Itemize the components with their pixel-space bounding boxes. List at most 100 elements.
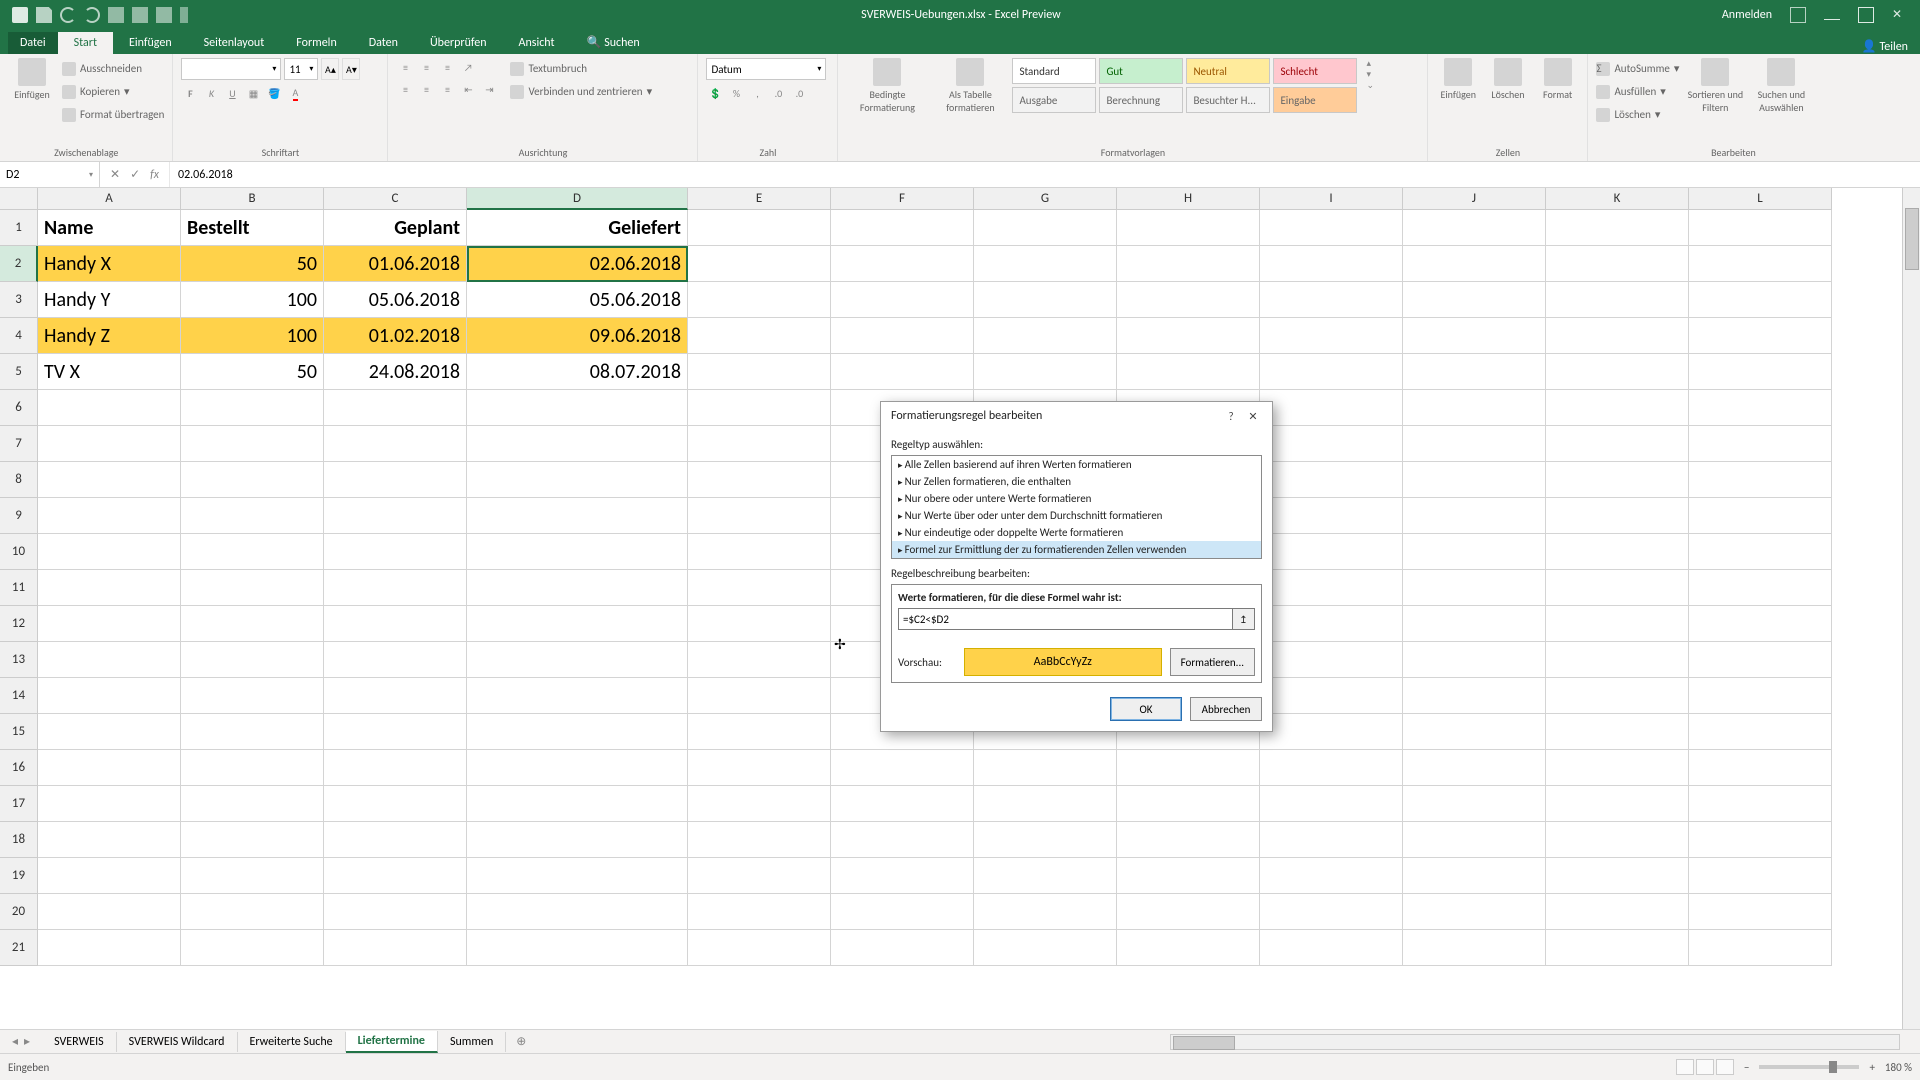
cell-L14[interactable] (1689, 678, 1832, 714)
cell-L1[interactable] (1689, 210, 1832, 246)
tab-seitenlayout[interactable]: Seitenlayout (188, 32, 281, 54)
col-header-J[interactable]: J (1403, 188, 1546, 210)
cell-C4[interactable]: 01.02.2018 (324, 318, 467, 354)
cell-K14[interactable] (1546, 678, 1689, 714)
row-header[interactable]: 15 (0, 714, 38, 750)
cell-K19[interactable] (1546, 858, 1689, 894)
row-header[interactable]: 3 (0, 282, 38, 318)
cell-E3[interactable] (688, 282, 831, 318)
sheet-nav-prev-icon[interactable]: ▸ (24, 1034, 30, 1049)
row-header[interactable]: 6 (0, 390, 38, 426)
cell-K21[interactable] (1546, 930, 1689, 966)
vertical-scrollbar[interactable] (1902, 188, 1920, 1034)
cell-B11[interactable] (181, 570, 324, 606)
row-header[interactable]: 5 (0, 354, 38, 390)
style-berechnung[interactable]: Berechnung (1099, 87, 1183, 113)
cell-C6[interactable] (324, 390, 467, 426)
redo-icon[interactable] (84, 7, 100, 23)
align-left-icon[interactable]: ≡ (396, 80, 414, 98)
ruletype-option[interactable]: Nur Zellen formatieren, die enthalten (892, 473, 1261, 490)
sheet-tab-active[interactable]: Liefertermine (346, 1031, 438, 1053)
cell-E21[interactable] (688, 930, 831, 966)
row-header[interactable]: 10 (0, 534, 38, 570)
cell-L19[interactable] (1689, 858, 1832, 894)
style-besuchter[interactable]: Besuchter H... (1186, 87, 1270, 113)
sort-filter-button[interactable]: Sortieren und Filtern (1685, 58, 1745, 114)
cell-F21[interactable] (831, 930, 974, 966)
select-all-corner[interactable] (0, 188, 38, 210)
cell-E14[interactable] (688, 678, 831, 714)
cell-F2[interactable] (831, 246, 974, 282)
cell-E15[interactable] (688, 714, 831, 750)
ruletype-option[interactable]: Nur obere oder untere Werte formatieren (892, 490, 1261, 507)
formula-input[interactable]: 02.06.2018 (170, 162, 1920, 187)
fx-icon[interactable]: fx (150, 168, 159, 182)
cell-A9[interactable] (38, 498, 181, 534)
row-header[interactable]: 16 (0, 750, 38, 786)
zoom-in-button[interactable]: + (1869, 1061, 1874, 1074)
cell-E10[interactable] (688, 534, 831, 570)
cell-C14[interactable] (324, 678, 467, 714)
cell-A14[interactable] (38, 678, 181, 714)
paste-button[interactable]: Einfügen (8, 58, 56, 101)
cell-A15[interactable] (38, 714, 181, 750)
cell-K7[interactable] (1546, 426, 1689, 462)
bold-button[interactable]: F (181, 84, 199, 102)
cell-B5[interactable]: 50 (181, 354, 324, 390)
cell-H17[interactable] (1117, 786, 1260, 822)
gallery-up-icon[interactable]: ▴ (1366, 58, 1374, 69)
row-header[interactable]: 18 (0, 822, 38, 858)
cell-F19[interactable] (831, 858, 974, 894)
cell-H20[interactable] (1117, 894, 1260, 930)
cell-I18[interactable] (1260, 822, 1403, 858)
cell-B3[interactable]: 100 (181, 282, 324, 318)
cell-E8[interactable] (688, 462, 831, 498)
cell-J21[interactable] (1403, 930, 1546, 966)
cell-B19[interactable] (181, 858, 324, 894)
style-standard[interactable]: Standard (1012, 58, 1096, 84)
cell-A19[interactable] (38, 858, 181, 894)
add-sheet-button[interactable]: ⊕ (506, 1034, 536, 1049)
cell-J17[interactable] (1403, 786, 1546, 822)
cell-D14[interactable] (467, 678, 688, 714)
row-header[interactable]: 4 (0, 318, 38, 354)
cell-J5[interactable] (1403, 354, 1546, 390)
cell-G4[interactable] (974, 318, 1117, 354)
cut-button[interactable]: Ausschneiden (62, 58, 164, 79)
sheet-nav-first-icon[interactable]: ◂ (12, 1034, 18, 1049)
cell-A16[interactable] (38, 750, 181, 786)
cell-I3[interactable] (1260, 282, 1403, 318)
cell-L3[interactable] (1689, 282, 1832, 318)
dialog-help-button[interactable]: ? (1220, 405, 1242, 427)
border-button[interactable]: ▦ (244, 84, 262, 102)
col-header-F[interactable]: F (831, 188, 974, 210)
align-top-icon[interactable]: ≡ (396, 58, 414, 76)
row-header[interactable]: 21 (0, 930, 38, 966)
cell-J12[interactable] (1403, 606, 1546, 642)
cell-B17[interactable] (181, 786, 324, 822)
cell-I7[interactable] (1260, 426, 1403, 462)
cell-D8[interactable] (467, 462, 688, 498)
cell-J16[interactable] (1403, 750, 1546, 786)
cell-K3[interactable] (1546, 282, 1689, 318)
align-middle-icon[interactable]: ≡ (417, 58, 435, 76)
sheet-tab[interactable]: Erweiterte Suche (238, 1032, 346, 1052)
cell-D12[interactable] (467, 606, 688, 642)
undo-icon[interactable] (60, 7, 76, 23)
cell-C11[interactable] (324, 570, 467, 606)
cell-B20[interactable] (181, 894, 324, 930)
tab-einfuegen[interactable]: Einfügen (113, 32, 188, 54)
cell-C13[interactable] (324, 642, 467, 678)
cell-D10[interactable] (467, 534, 688, 570)
signin-link[interactable]: Anmelden (1722, 8, 1772, 22)
cell-E17[interactable] (688, 786, 831, 822)
ok-button[interactable]: OK (1110, 697, 1182, 721)
cell-B6[interactable] (181, 390, 324, 426)
row-header[interactable]: 2 (0, 246, 38, 282)
normal-view-icon[interactable] (1676, 1059, 1694, 1075)
style-gut[interactable]: Gut (1099, 58, 1183, 84)
align-bottom-icon[interactable]: ≡ (438, 58, 456, 76)
cell-G21[interactable] (974, 930, 1117, 966)
increase-decimal-icon[interactable]: .0 (769, 84, 787, 102)
sheet-tab[interactable]: Summen (438, 1032, 506, 1052)
